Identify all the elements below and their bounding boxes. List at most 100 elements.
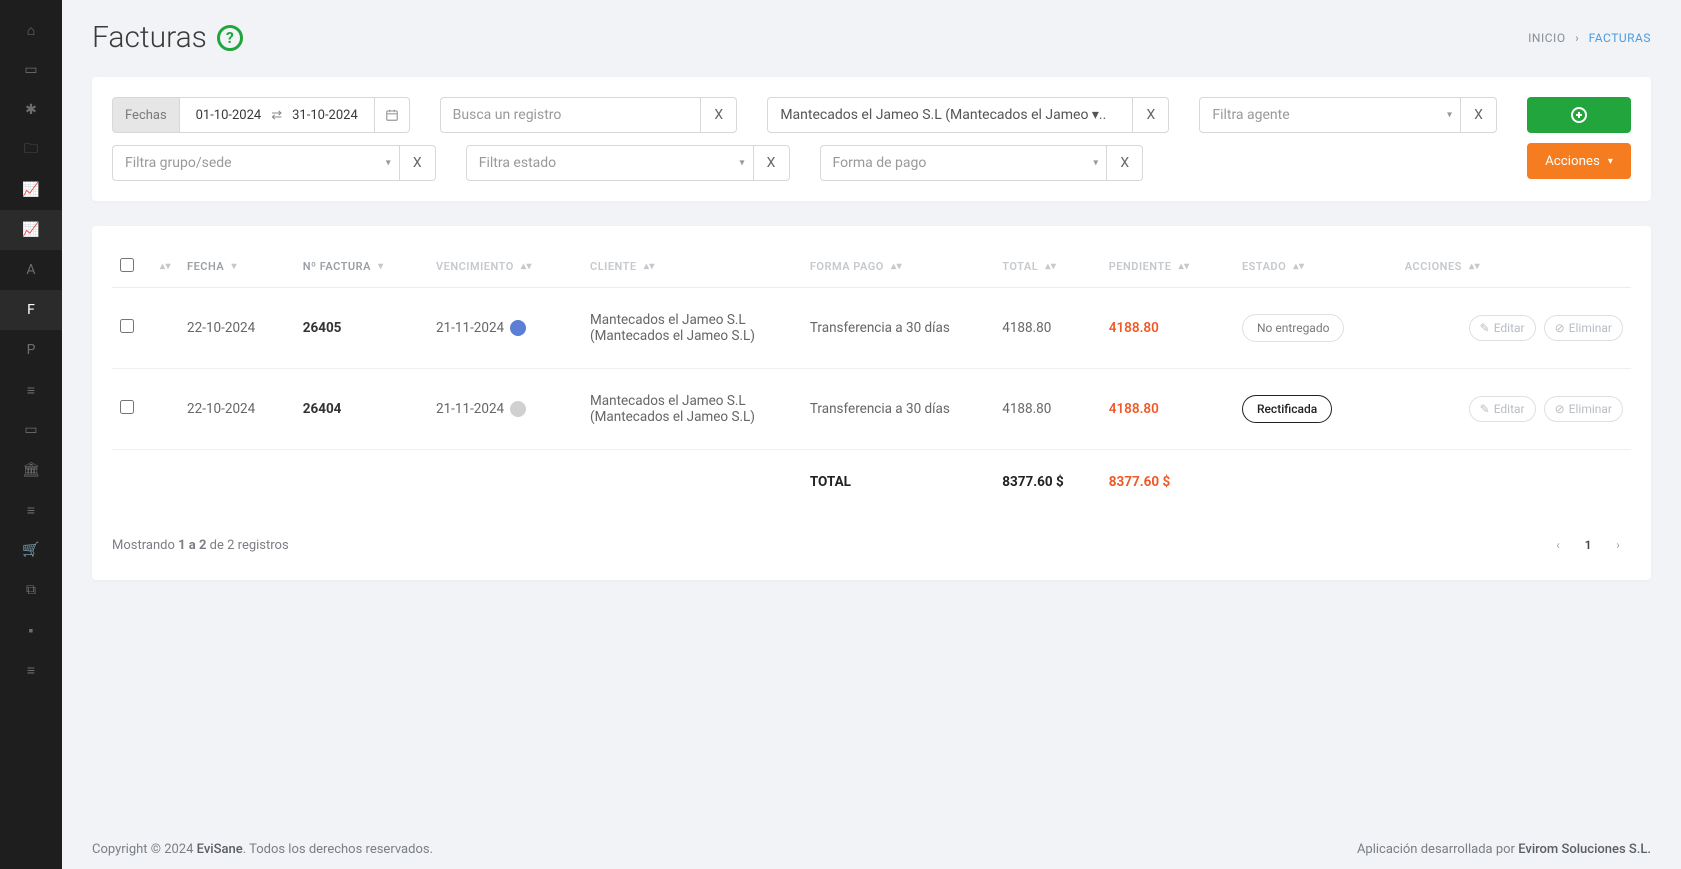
page-prev[interactable]: ‹ — [1545, 532, 1571, 558]
invoices-table: ▴▾ FECHA ▾ Nº FACTURA ▾ VENCIMIENTO ▴▾ C… — [112, 246, 1631, 514]
nav-bank[interactable]: 🏛 — [0, 450, 62, 490]
table-row: 22-10-2024 26404 21-11-2024 Mantecados e… — [112, 369, 1631, 450]
nav-bar[interactable]: ▪ — [0, 610, 62, 650]
th-cliente[interactable]: CLIENTE ▴▾ — [582, 246, 802, 288]
copy-icon: ⧉ — [26, 582, 36, 598]
nav-chart2[interactable]: 📈 — [0, 210, 62, 250]
clear-state-button[interactable]: X — [754, 145, 790, 181]
nav-copy[interactable]: ⧉ — [0, 570, 62, 610]
chevron-down-icon: ▾ — [1093, 158, 1098, 169]
nav-f[interactable]: F — [0, 290, 62, 330]
cell-fecha: 22-10-2024 — [179, 369, 295, 450]
table-card: ▴▾ FECHA ▾ Nº FACTURA ▾ VENCIMIENTO ▴▾ C… — [92, 226, 1651, 580]
delete-button[interactable]: ⊘ Eliminar — [1544, 396, 1623, 422]
nav-list3[interactable]: ≡ — [0, 650, 62, 690]
folder-icon: 🗀 — [24, 138, 38, 162]
nav-bug[interactable]: ✱ — [0, 90, 62, 130]
edit-icon: ✎ — [1480, 402, 1490, 416]
edit-icon: ✎ — [1480, 321, 1490, 335]
agent-select-placeholder: Filtra agente — [1212, 107, 1289, 123]
th-acc: ACCIONES ▴▾ — [1397, 246, 1631, 288]
nav-cart[interactable]: 🛒 — [0, 530, 62, 570]
bug-icon: ✱ — [25, 102, 37, 118]
cell-total: 4188.80 — [994, 369, 1100, 450]
ban-icon: ⊘ — [1555, 402, 1565, 416]
state-select[interactable]: Filtra estado ▾ — [466, 145, 754, 181]
nav-p[interactable]: P — [0, 330, 62, 370]
cell-venc: 21-11-2024 — [428, 369, 582, 450]
cell-num[interactable]: 26404 — [295, 369, 428, 450]
page-current[interactable]: 1 — [1575, 532, 1601, 558]
page-title: Facturas ? — [92, 20, 243, 55]
calendar-icon[interactable] — [374, 97, 410, 133]
chevron-down-icon: ▾ — [1447, 110, 1452, 121]
page-header: Facturas ? INICIO › FACTURAS — [92, 20, 1651, 55]
th-total[interactable]: TOTAL ▴▾ — [994, 246, 1100, 288]
client-select[interactable]: Mantecados el Jameo S.L (Mantecados el J… — [767, 97, 1133, 133]
search-input[interactable]: Busca un registro — [440, 97, 702, 133]
date-to: 31-10-2024 — [292, 108, 358, 123]
row-checkbox[interactable] — [120, 400, 134, 414]
sort-icon[interactable]: ▴▾ — [160, 264, 171, 270]
th-nfactura[interactable]: Nº FACTURA ▾ — [295, 246, 428, 288]
help-icon[interactable]: ? — [217, 25, 243, 51]
list-icon: ≡ — [27, 502, 35, 519]
payment-filter: Forma de pago ▾ X — [820, 145, 1144, 181]
agent-select[interactable]: Filtra agente ▾ — [1199, 97, 1461, 133]
group-select[interactable]: Filtra grupo/sede ▾ — [112, 145, 400, 181]
nav-a[interactable]: A — [0, 250, 62, 290]
cell-pend: 4188.80 — [1101, 288, 1234, 369]
agent-filter: Filtra agente ▾ X — [1199, 97, 1497, 133]
page-next[interactable]: › — [1605, 532, 1631, 558]
bar-chart-icon: ▪ — [29, 622, 34, 639]
th-pend[interactable]: PENDIENTE ▴▾ — [1101, 246, 1234, 288]
nav-list2[interactable]: ≡ — [0, 490, 62, 530]
th-venc[interactable]: VENCIMIENTO ▴▾ — [428, 246, 582, 288]
delete-button[interactable]: ⊘ Eliminar — [1544, 315, 1623, 341]
row-checkbox[interactable] — [120, 319, 134, 333]
state-select-placeholder: Filtra estado — [479, 155, 556, 171]
clear-payment-button[interactable]: X — [1107, 145, 1143, 181]
cell-cliente: Mantecados el Jameo S.L (Mantecados el J… — [582, 369, 802, 450]
select-all-checkbox[interactable] — [120, 258, 134, 272]
footer-brand-link[interactable]: EviSane — [197, 842, 243, 857]
cell-total: 4188.80 — [994, 288, 1100, 369]
edit-button[interactable]: ✎ Editar — [1469, 396, 1536, 422]
nav-card[interactable]: ▭ — [0, 50, 62, 90]
th-forma[interactable]: FORMA PAGO ▴▾ — [802, 246, 994, 288]
clear-client-button[interactable]: X — [1133, 97, 1169, 133]
swap-icon: ⇄ — [271, 108, 282, 123]
id-card-icon: ▭ — [24, 62, 37, 78]
footer-dev-link[interactable]: Evirom Soluciones S.L. — [1518, 842, 1651, 857]
payment-select[interactable]: Forma de pago ▾ — [820, 145, 1108, 181]
sidebar: ⌂ ▭ ✱ 🗀 📈 📈 A F P ≡ ▭ 🏛 ≡ 🛒 ⧉ ▪ ≡ — [0, 0, 62, 869]
th-fecha[interactable]: FECHA ▾ — [179, 246, 295, 288]
date-range-input[interactable]: 01-10-2024 ⇄ 31-10-2024 — [180, 97, 374, 133]
pagination: ‹ 1 › — [1545, 532, 1631, 558]
nav-home[interactable]: ⌂ — [0, 10, 62, 50]
nav-chart1[interactable]: 📈 — [0, 170, 62, 210]
clear-group-button[interactable]: X — [400, 145, 436, 181]
cell-num[interactable]: 26405 — [295, 288, 428, 369]
clear-agent-button[interactable]: X — [1461, 97, 1497, 133]
chart-line-icon: 📈 — [22, 222, 39, 238]
edit-button[interactable]: ✎ Editar — [1469, 315, 1536, 341]
breadcrumb-home[interactable]: INICIO — [1528, 31, 1565, 45]
table-row: 22-10-2024 26405 21-11-2024 Mantecados e… — [112, 288, 1631, 369]
th-estado[interactable]: ESTADO ▴▾ — [1234, 246, 1397, 288]
chevron-down-icon: ▾ — [1608, 156, 1613, 167]
venc-status-icon — [510, 401, 526, 417]
search-filter: Busca un registro X — [440, 97, 738, 133]
totals-pend: 8377.60 $ — [1101, 450, 1234, 515]
add-button[interactable] — [1527, 97, 1631, 133]
cart-icon: 🛒 — [22, 542, 39, 558]
page-title-text: Facturas — [92, 20, 207, 55]
nav-credit[interactable]: ▭ — [0, 410, 62, 450]
nav-folder[interactable]: 🗀 — [0, 130, 62, 170]
breadcrumb-current: FACTURAS — [1589, 31, 1651, 45]
breadcrumb: INICIO › FACTURAS — [1528, 31, 1651, 45]
actions-dropdown-button[interactable]: Acciones ▾ — [1527, 143, 1631, 179]
plus-icon — [1571, 107, 1587, 123]
clear-search-button[interactable]: X — [701, 97, 737, 133]
nav-list1[interactable]: ≡ — [0, 370, 62, 410]
